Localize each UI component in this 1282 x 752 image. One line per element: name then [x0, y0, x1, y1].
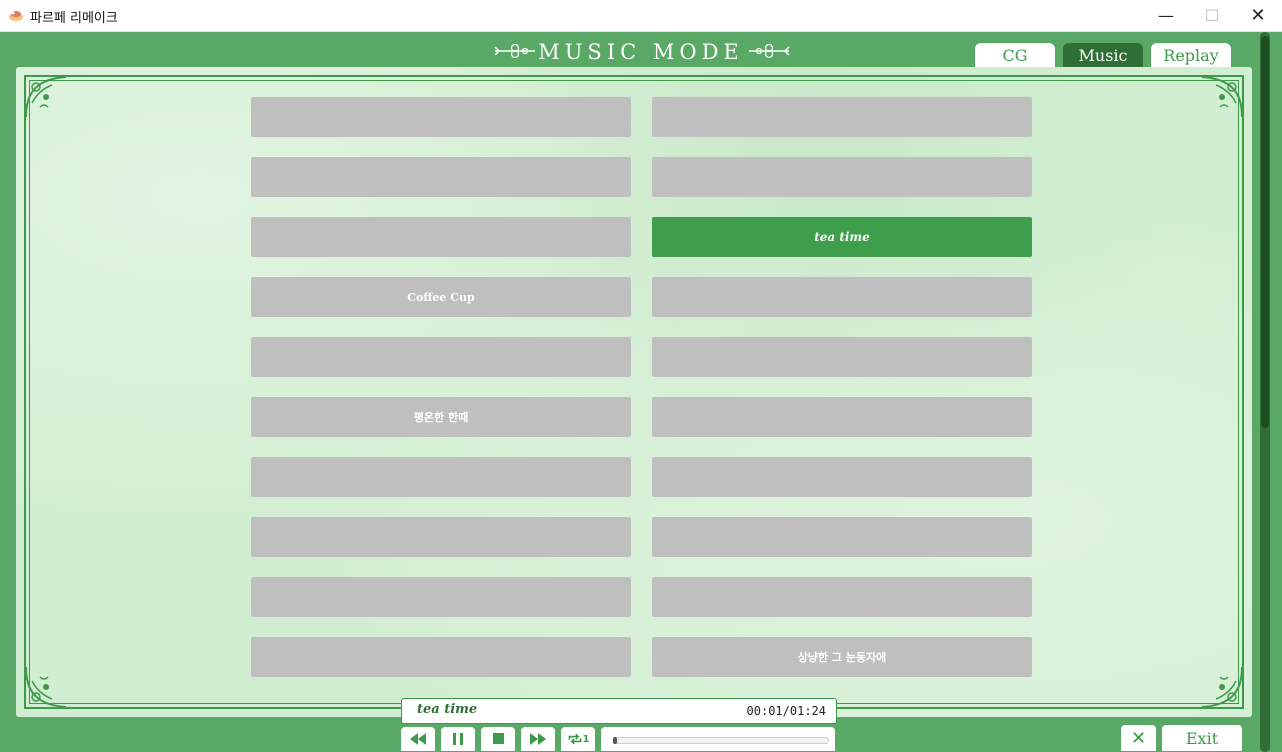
track-slot-left-8[interactable]: [251, 517, 631, 557]
track-slot-left-2[interactable]: [251, 157, 631, 197]
window-title: 파르페 리메이크: [30, 11, 118, 26]
exit-button[interactable]: Exit: [1162, 725, 1242, 751]
rewind-icon: [410, 733, 426, 745]
track-slot-right-10[interactable]: 상냥한 그 눈동자에: [652, 637, 1032, 677]
now-playing-title: tea time: [417, 702, 478, 717]
progress-track[interactable]: [613, 737, 829, 744]
track-slot-left-6[interactable]: 평온한 한때: [251, 397, 631, 437]
track-slot-left-3[interactable]: [251, 217, 631, 257]
track-slot-left-9[interactable]: [251, 577, 631, 617]
corner-ornament-icon: [25, 76, 67, 118]
stop-button[interactable]: [481, 727, 515, 751]
stop-icon: [493, 733, 504, 744]
tab-replay[interactable]: Replay: [1151, 43, 1231, 67]
track-slot-right-7[interactable]: [652, 457, 1032, 497]
corner-ornament-icon: [25, 666, 67, 708]
fast-forward-icon: [530, 733, 546, 745]
close-x-icon: ✕: [1130, 727, 1147, 749]
maximize-icon: ☐: [1204, 6, 1220, 25]
minimize-button[interactable]: —: [1143, 0, 1189, 31]
track-slot-left-5[interactable]: [251, 337, 631, 377]
flourish-right-icon: [749, 43, 790, 59]
window-titlebar: 파르페 리메이크 — ☐ ✕: [0, 0, 1282, 32]
track-slot-left-4[interactable]: Coffee Cup: [251, 277, 631, 317]
track-slot-right-5[interactable]: [652, 337, 1032, 377]
fast-forward-button[interactable]: [521, 727, 555, 751]
track-slot-right-4[interactable]: [652, 277, 1032, 317]
track-slot-right-2[interactable]: [652, 157, 1032, 197]
corner-ornament-icon: [1201, 76, 1243, 118]
close-button[interactable]: ✕: [1121, 725, 1156, 751]
minimize-icon: —: [1158, 6, 1174, 25]
playback-time: 00:01/01:24: [746, 704, 826, 718]
repeat-count: 1: [582, 733, 590, 745]
pause-icon: [453, 733, 463, 745]
track-slot-right-6[interactable]: [652, 397, 1032, 437]
tab-music[interactable]: Music: [1063, 43, 1143, 67]
track-slot-left-1[interactable]: [251, 97, 631, 137]
tab-cg[interactable]: CG: [975, 43, 1055, 67]
progress-container: [601, 727, 835, 751]
rewind-button[interactable]: [401, 727, 435, 751]
track-slot-right-3-selected[interactable]: tea time: [652, 217, 1032, 257]
scrollbar-thumb[interactable]: [1261, 36, 1269, 428]
progress-fill: [613, 737, 617, 744]
page-title: MUSIC MODE: [538, 40, 744, 64]
pause-button[interactable]: [441, 727, 475, 751]
track-slot-left-7[interactable]: [251, 457, 631, 497]
track-slot-right-9[interactable]: [652, 577, 1032, 617]
now-playing-bar: tea time 00:01/01:24: [401, 698, 837, 724]
track-slot-left-10[interactable]: [251, 637, 631, 677]
repeat-icon: [568, 733, 581, 745]
game-screen: MUSIC MODE CG Music Replay Coffee Cup 평온…: [1, 32, 1281, 752]
close-icon: ✕: [1250, 5, 1266, 26]
corner-ornament-icon: [1201, 666, 1243, 708]
close-window-button[interactable]: ✕: [1235, 0, 1281, 31]
track-slot-right-1[interactable]: [652, 97, 1032, 137]
music-panel: Coffee Cup 평온한 한때 tea time 상냥한 그 눈동자에: [16, 67, 1252, 717]
repeat-one-button[interactable]: 1: [561, 727, 595, 751]
maximize-button[interactable]: ☐: [1189, 0, 1235, 31]
panel-frame-inner: [29, 80, 1239, 704]
app-icon: [9, 11, 23, 21]
track-slot-right-8[interactable]: [652, 517, 1032, 557]
